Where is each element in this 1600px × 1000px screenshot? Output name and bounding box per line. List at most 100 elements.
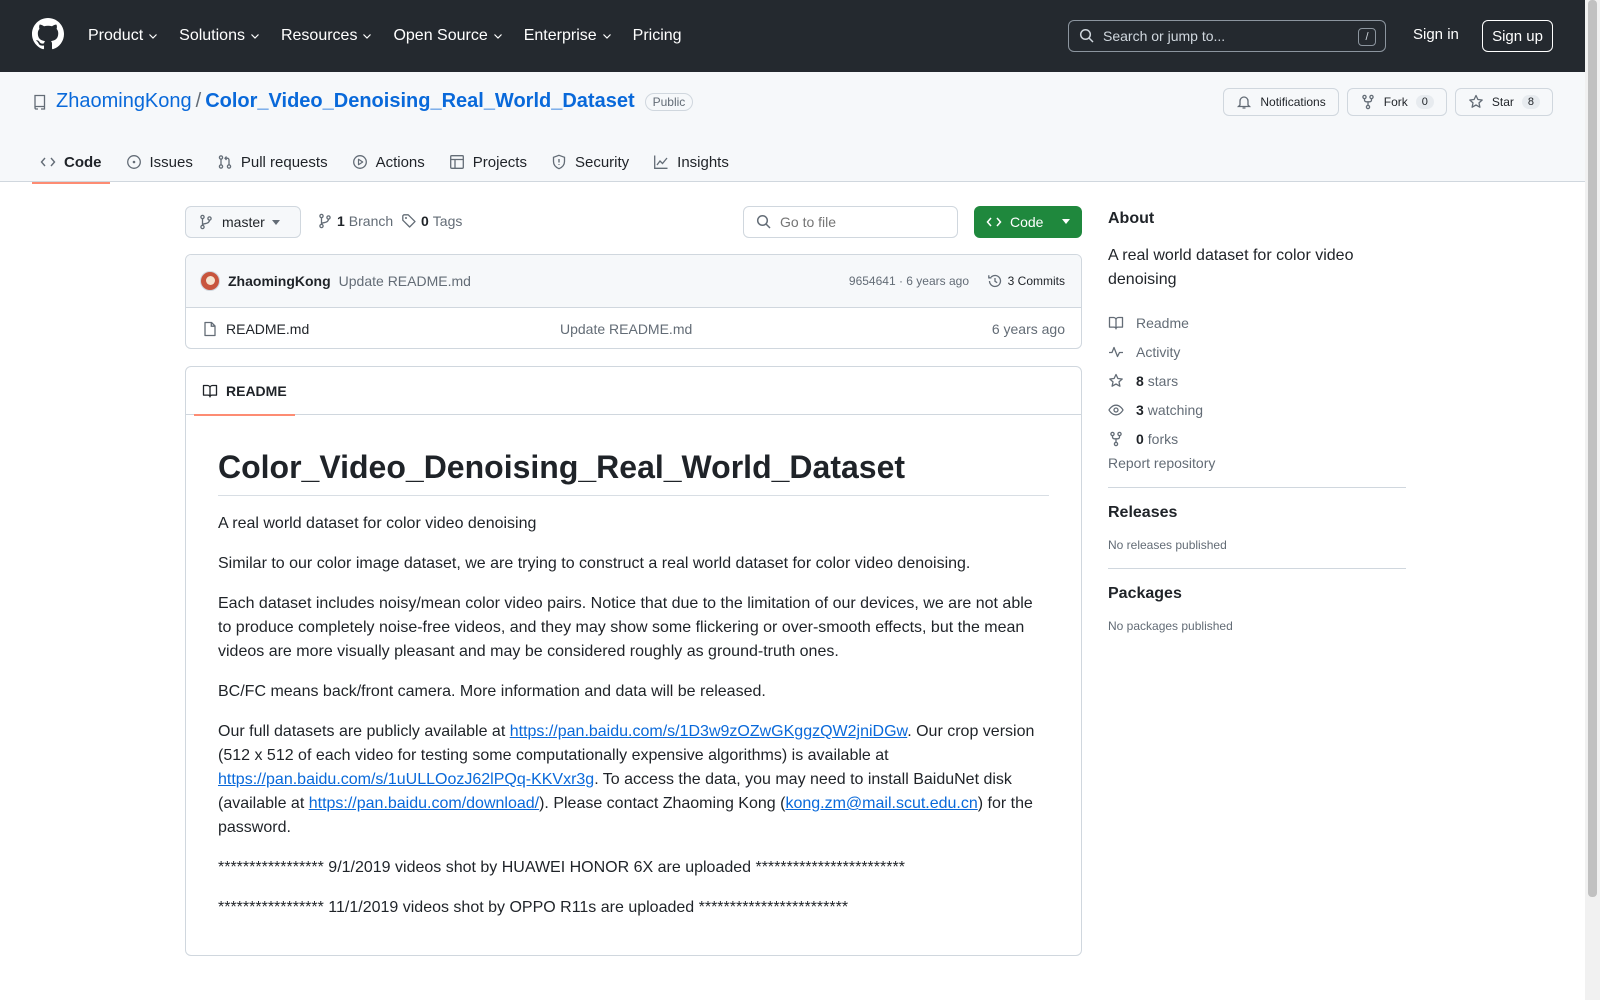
tag-icon [402,214,416,228]
sign-up-button[interactable]: Sign up [1482,20,1553,52]
commits-link[interactable]: 3 Commits [987,273,1065,289]
readme-title: Color_Video_Denoising_Real_World_Dataset [218,447,1049,496]
bell-icon [1237,96,1252,109]
tag-count: 0 [421,213,429,229]
table-icon [449,155,464,169]
file-commit-message[interactable]: Update README.md [560,321,692,337]
table-row: README.md Update README.md 6 years ago [186,308,1081,348]
readme-panel: README Color_Video_Denoising_Real_World_… [185,366,1082,956]
history-icon [987,274,1001,288]
nav-pricing[interactable]: Pricing [633,27,682,45]
caret-down-icon [272,220,280,225]
notifications-button[interactable]: Notifications [1223,88,1339,116]
star-button[interactable]: Star 8 [1454,88,1553,116]
file-toolbar: master 1 Branch 0 Tags Code [185,206,1082,238]
tab-code[interactable]: Code [32,142,110,184]
tab-insights[interactable]: Insights [645,142,737,182]
sidebar-item-watching[interactable]: 3 watching [1108,395,1406,424]
sidebar-item-readme[interactable]: Readme [1108,308,1406,337]
readme-content: Color_Video_Denoising_Real_World_Dataset… [186,415,1081,920]
tab-security[interactable]: Security [543,142,637,182]
report-repository-link[interactable]: Report repository [1108,455,1406,471]
tab-actions[interactable]: Actions [344,142,433,182]
repo-icon [34,94,46,110]
readme-paragraph: BC/FC means back/front camera. More info… [218,683,766,700]
github-logo-icon[interactable] [32,18,64,50]
branch-icon [319,213,331,229]
graph-icon [654,155,668,169]
releases-heading[interactable]: Releases [1108,504,1406,522]
sign-in-link[interactable]: Sign in [1413,26,1459,43]
pulse-icon [1109,346,1123,357]
global-search-input[interactable] [1103,28,1353,44]
eye-icon [1108,404,1124,415]
branches-link[interactable]: 1 Branch [317,213,393,229]
packages-empty: No packages published [1108,619,1233,633]
readme-paragraph: ***************** 11/1/2019 videos shot … [218,899,849,916]
code-icon [40,157,56,167]
book-icon [1108,316,1124,330]
file-icon [204,321,216,336]
packages-heading[interactable]: Packages [1108,585,1406,603]
issue-icon [126,155,141,169]
nav-open-source[interactable]: Open Source [393,27,503,45]
latest-commit: ZhaomingKong Update README.md 9654641 · … [186,255,1081,308]
commit-author[interactable]: ZhaomingKong [228,273,331,289]
readme-tab[interactable]: README [194,367,295,416]
star-icon [1109,373,1123,387]
repo-title: ZhaomingKong / Color_Video_Denoising_Rea… [32,90,694,113]
baidunet-download-link[interactable]: https://pan.baidu.com/download/ [309,795,539,812]
search-shortcut-key: / [1358,28,1376,46]
tab-projects[interactable]: Projects [441,142,535,182]
go-to-file-input[interactable] [780,214,950,230]
fork-icon [1110,431,1122,446]
avatar[interactable] [200,271,220,291]
full-dataset-link[interactable]: https://pan.baidu.com/s/1D3w9zOZwGKggzQW… [510,723,908,740]
branch-selector[interactable]: master [185,206,301,238]
nav-enterprise[interactable]: Enterprise [524,27,613,45]
sidebar-item-activity[interactable]: Activity [1108,337,1406,366]
sidebar-item-forks[interactable]: 0 forks [1108,424,1406,453]
readme-paragraph: A real world dataset for color video den… [218,515,537,532]
branch-icon [200,214,212,230]
file-commit-time: 6 years ago [991,320,1065,337]
star-icon [1469,94,1483,108]
repo-sidebar: About A real world dataset for color vid… [1108,210,1406,633]
code-icon [986,217,1002,227]
branch-name: master [222,214,265,230]
tags-link[interactable]: 0 Tags [401,213,462,229]
page-scrollbar-thumb[interactable] [1588,0,1597,897]
tab-pull-requests[interactable]: Pull requests [209,142,336,182]
about-heading: About [1108,210,1155,227]
global-search[interactable]: / [1068,20,1386,52]
file-name[interactable]: README.md [226,321,309,337]
repo-name-link[interactable]: Color_Video_Denoising_Real_World_Dataset [205,90,634,113]
tab-issues[interactable]: Issues [118,142,201,182]
commit-hash-time[interactable]: 9654641 · 6 years ago [849,274,969,288]
nav-solutions[interactable]: Solutions [179,27,261,45]
caret-down-icon [1062,219,1070,224]
search-icon [1079,28,1094,43]
readme-header: README [186,367,1081,416]
go-to-file[interactable] [743,206,958,238]
readme-paragraph: Each dataset includes noisy/mean color v… [218,595,1033,660]
repo-owner-link[interactable]: ZhaomingKong [56,90,192,113]
branch-count: 1 [337,213,345,229]
file-listing: ZhaomingKong Update README.md 9654641 · … [185,254,1082,349]
search-icon [756,214,771,229]
fork-icon [1361,94,1374,110]
fork-button[interactable]: Fork 0 [1346,88,1447,116]
global-header: Product Solutions Resources Open Source … [0,0,1585,72]
contact-email-link[interactable]: kong.zm@mail.scut.edu.cn [785,795,977,812]
commit-message[interactable]: Update README.md [339,273,471,289]
crop-dataset-link[interactable]: https://pan.baidu.com/s/1uULLOozJ62lPQq-… [218,771,594,788]
nav-resources[interactable]: Resources [281,27,373,45]
fork-count: 0 [1415,95,1434,109]
code-dropdown-button[interactable]: Code [974,206,1082,238]
book-icon [202,384,218,398]
sidebar-divider [1108,487,1406,488]
sidebar-item-stars[interactable]: 8 stars [1108,366,1406,395]
nav-product[interactable]: Product [88,27,159,45]
visibility-badge: Public [644,92,694,111]
repo-path-separator: / [195,90,202,112]
